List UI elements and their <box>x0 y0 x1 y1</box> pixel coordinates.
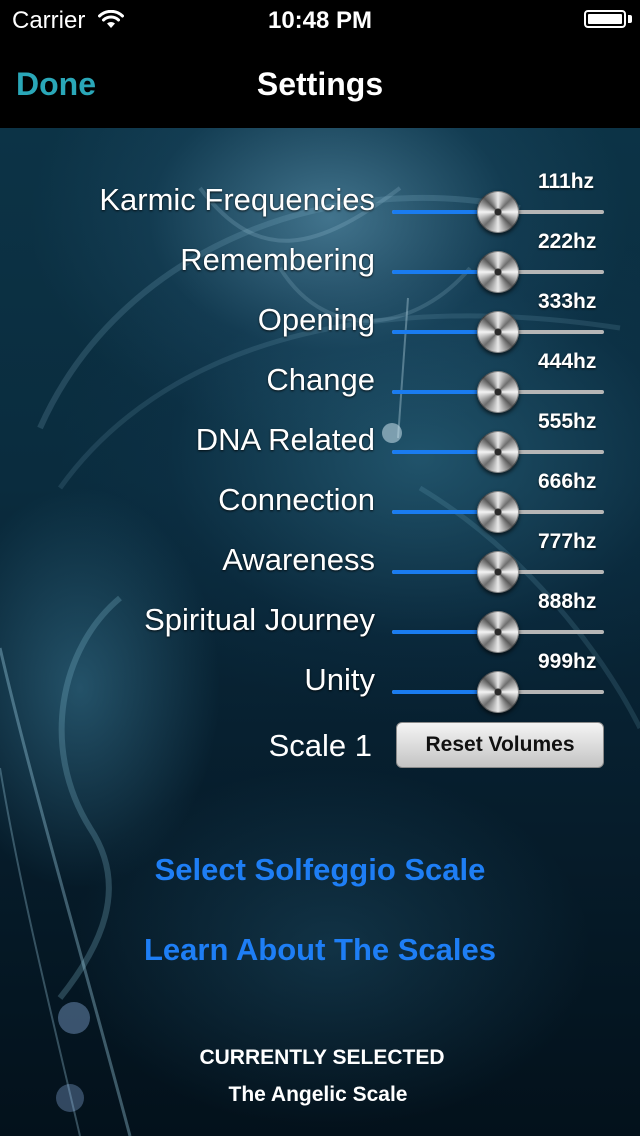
volume-slider[interactable] <box>392 671 604 713</box>
battery-icon <box>584 10 626 28</box>
volume-slider[interactable] <box>392 191 604 233</box>
settings-screen: Carrier 10:48 PM Done Settings Karmic Fr… <box>0 0 640 1136</box>
volume-slider[interactable] <box>392 251 604 293</box>
scale-label: Scale 1 <box>268 728 372 763</box>
frequency-hz-value: 999hz <box>538 650 597 673</box>
slider-knob-icon[interactable] <box>477 371 519 413</box>
volume-slider[interactable] <box>392 491 604 533</box>
frequency-row-555hz: DNA Related 555hz <box>0 410 640 473</box>
slider-knob-icon[interactable] <box>477 611 519 653</box>
frequency-label: Karmic Frequencies <box>99 182 375 217</box>
frequency-row-222hz: Remembering 222hz <box>0 230 640 293</box>
volume-slider[interactable] <box>392 311 604 353</box>
select-solfeggio-scale-link[interactable]: Select Solfeggio Scale <box>0 852 640 888</box>
battery-tip <box>628 15 632 23</box>
frequency-hz-value: 222hz <box>538 230 597 253</box>
frequency-hz-value: 111hz <box>538 170 595 193</box>
currently-selected-scale: The Angelic Scale <box>228 1083 408 1106</box>
frequency-label: Spiritual Journey <box>144 602 375 637</box>
page-title: Settings <box>256 66 384 102</box>
slider-knob-icon[interactable] <box>477 251 519 293</box>
status-time: 10:48 PM <box>267 7 373 34</box>
frequency-label: Change <box>266 362 375 397</box>
volume-slider[interactable] <box>392 431 604 473</box>
slider-knob-icon[interactable] <box>477 311 519 353</box>
currently-selected-heading: CURRENTLY SELECTED <box>199 1046 445 1069</box>
slider-knob-icon[interactable] <box>477 191 519 233</box>
frequency-hz-value: 444hz <box>538 350 597 373</box>
frequency-hz-value: 888hz <box>538 590 597 613</box>
frequency-label: Connection <box>218 482 375 517</box>
status-bar: Carrier 10:48 PM <box>0 0 640 40</box>
frequency-label: Remembering <box>180 242 375 277</box>
frequency-row-666hz: Connection 666hz <box>0 470 640 533</box>
battery-level <box>588 14 622 24</box>
slider-knob-icon[interactable] <box>477 491 519 533</box>
frequency-row-333hz: Opening 333hz <box>0 290 640 353</box>
learn-about-scales-link[interactable]: Learn About The Scales <box>0 932 640 968</box>
frequency-row-777hz: Awareness 777hz <box>0 530 640 593</box>
frequency-label: Opening <box>257 302 375 337</box>
frequency-hz-value: 555hz <box>538 410 597 433</box>
navigation-bar: Done Settings <box>0 40 640 128</box>
frequency-label: Unity <box>304 662 375 697</box>
frequency-row-999hz: Unity 999hz <box>0 650 640 713</box>
slider-knob-icon[interactable] <box>477 551 519 593</box>
volume-slider[interactable] <box>392 551 604 593</box>
frequency-row-888hz: Spiritual Journey 888hz <box>0 590 640 653</box>
frequency-label: Awareness <box>222 542 375 577</box>
frequency-hz-value: 777hz <box>538 530 597 553</box>
volume-slider[interactable] <box>392 371 604 413</box>
reset-volumes-button[interactable]: Reset Volumes <box>396 722 604 768</box>
frequency-hz-value: 666hz <box>538 470 597 493</box>
slider-knob-icon[interactable] <box>477 671 519 713</box>
frequency-hz-value: 333hz <box>538 290 597 313</box>
frequency-row-111hz: Karmic Frequencies 111hz <box>0 170 640 233</box>
slider-knob-icon[interactable] <box>477 431 519 473</box>
volume-slider[interactable] <box>392 611 604 653</box>
frequency-row-444hz: Change 444hz <box>0 350 640 413</box>
frequency-label: DNA Related <box>195 422 375 457</box>
